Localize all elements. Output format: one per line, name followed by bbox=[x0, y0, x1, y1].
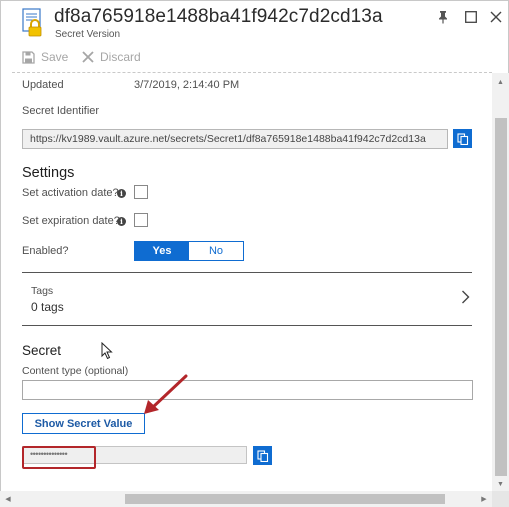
save-label: Save bbox=[41, 50, 69, 64]
secret-identifier-field[interactable]: https://kv1989.vault.azure.net/secrets/S… bbox=[22, 129, 448, 149]
updated-label: Updated bbox=[22, 79, 64, 91]
key-vault-lock-icon bbox=[20, 7, 46, 37]
expiration-date-label: Set expiration date? bbox=[22, 215, 120, 227]
tags-bottom-divider bbox=[22, 325, 472, 326]
content-type-input[interactable] bbox=[22, 380, 473, 400]
activation-date-checkbox[interactable] bbox=[134, 185, 148, 199]
chevron-right-icon bbox=[461, 290, 470, 309]
expiration-date-checkbox[interactable] bbox=[134, 213, 148, 227]
copy-secret-button[interactable] bbox=[253, 446, 272, 465]
copy-identifier-button[interactable] bbox=[453, 129, 472, 148]
blade-title: df8a765918e1488ba41f942c7d2cd13a bbox=[54, 6, 383, 27]
scroll-up-icon[interactable]: ▲ bbox=[492, 76, 509, 88]
scrollbar-corner bbox=[492, 491, 509, 507]
scroll-down-icon[interactable]: ▼ bbox=[492, 478, 509, 490]
activation-date-label: Set activation date? bbox=[22, 187, 119, 199]
blade-subtitle: Secret Version bbox=[55, 29, 121, 40]
info-icon[interactable]: i bbox=[117, 189, 126, 198]
discard-button[interactable]: Discard bbox=[82, 48, 141, 66]
updated-value: 3/7/2019, 2:14:40 PM bbox=[134, 79, 240, 91]
content-type-label: Content type (optional) bbox=[22, 365, 129, 377]
enabled-yes-option[interactable]: Yes bbox=[135, 242, 189, 260]
maximize-icon[interactable] bbox=[462, 8, 480, 26]
tags-row[interactable] bbox=[22, 273, 472, 325]
enabled-label: Enabled? bbox=[22, 245, 69, 257]
discard-label: Discard bbox=[100, 50, 141, 64]
secret-identifier-label: Secret Identifier bbox=[22, 105, 100, 117]
discard-icon bbox=[82, 51, 94, 63]
vertical-scroll-thumb[interactable] bbox=[495, 118, 507, 476]
copy-icon bbox=[256, 449, 268, 462]
annotation-arrow-icon bbox=[144, 374, 188, 414]
annotation-highlight-box bbox=[22, 446, 96, 469]
enabled-toggle: Yes No bbox=[134, 241, 244, 261]
settings-heading: Settings bbox=[22, 165, 75, 181]
scroll-right-icon[interactable]: ▶ bbox=[478, 493, 490, 505]
toolbar-divider bbox=[12, 72, 492, 73]
save-icon bbox=[22, 50, 35, 64]
scroll-left-icon[interactable]: ◀ bbox=[2, 493, 14, 505]
secret-heading: Secret bbox=[22, 343, 62, 358]
copy-icon bbox=[456, 132, 468, 145]
horizontal-scroll-thumb[interactable] bbox=[125, 494, 445, 504]
pin-icon[interactable] bbox=[434, 8, 452, 26]
tags-label: Tags bbox=[31, 285, 54, 297]
show-secret-value-button[interactable]: Show Secret Value bbox=[22, 413, 145, 434]
tags-value: 0 tags bbox=[31, 300, 64, 314]
close-icon[interactable] bbox=[487, 8, 505, 26]
enabled-no-option[interactable]: No bbox=[189, 242, 243, 260]
mouse-cursor-icon bbox=[101, 341, 113, 365]
info-icon[interactable]: i bbox=[117, 217, 126, 226]
save-button[interactable]: Save bbox=[22, 48, 68, 66]
